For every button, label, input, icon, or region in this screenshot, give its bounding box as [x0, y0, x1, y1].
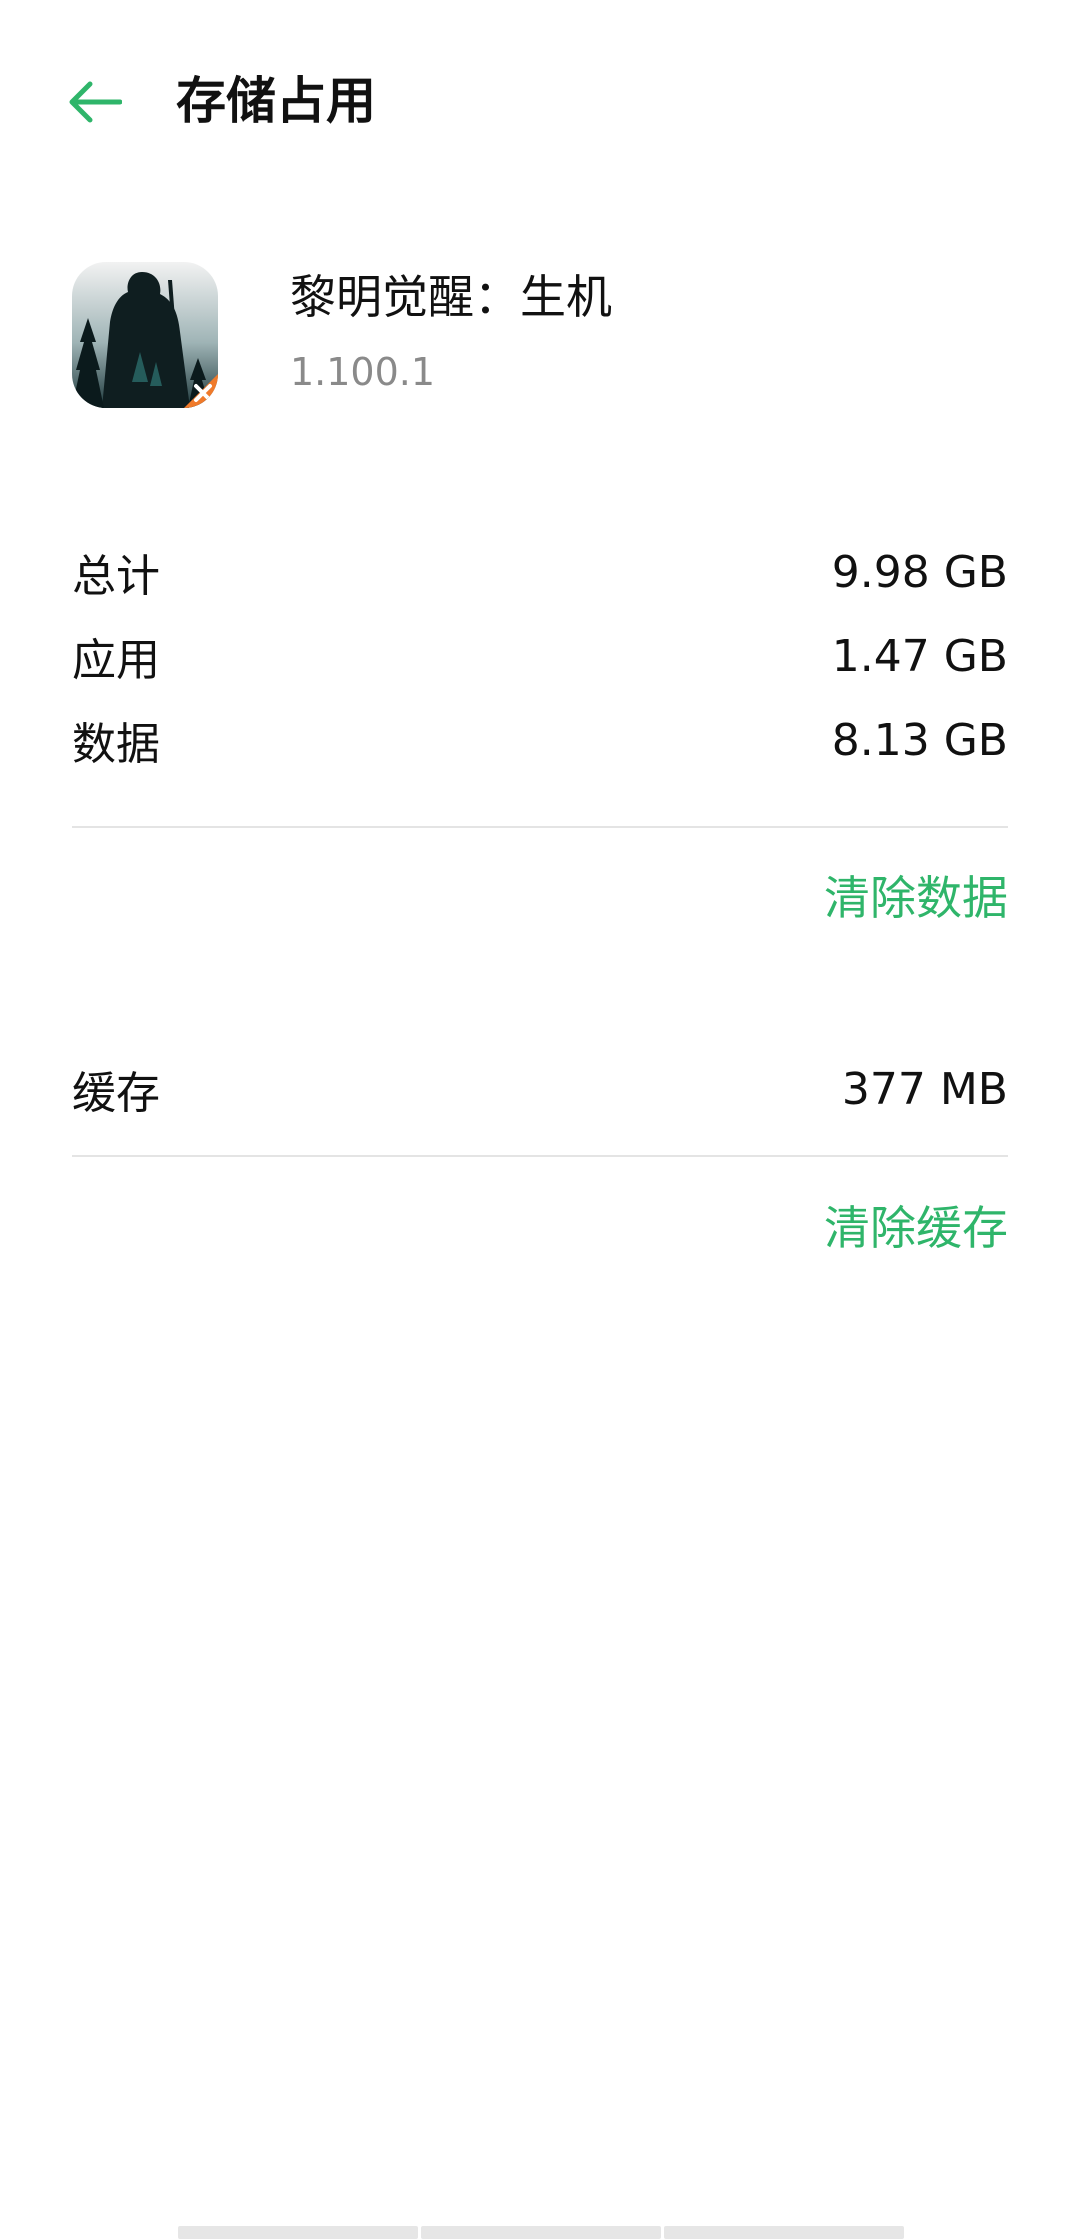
- app-info: 黎明觉醒：生机 1.100.1: [0, 262, 1080, 412]
- cache-row: 缓存 377 MB: [72, 1054, 1008, 1124]
- back-button[interactable]: [58, 72, 130, 132]
- app-version: 1.100.1: [290, 350, 436, 394]
- app-icon: [72, 262, 218, 408]
- nav-segment: [421, 2226, 661, 2239]
- clear-cache-button[interactable]: 清除缓存: [824, 1198, 1008, 1258]
- storage-row-app: 应用 1.47 GB: [72, 621, 1008, 691]
- nav-segment: [178, 2226, 418, 2239]
- nav-segment: [664, 2226, 904, 2239]
- page-title: 存储占用: [176, 72, 376, 130]
- row-value: 9.98 GB: [831, 546, 1008, 598]
- divider: [72, 826, 1008, 828]
- navigation-bar[interactable]: [178, 2226, 904, 2239]
- row-value: 8.13 GB: [831, 714, 1008, 766]
- header: 存储占用: [0, 0, 1080, 200]
- divider: [72, 1155, 1008, 1157]
- clear-data-button[interactable]: 清除数据: [824, 868, 1008, 928]
- storage-row-total: 总计 9.98 GB: [72, 537, 1008, 607]
- app-name: 黎明觉醒：生机: [290, 270, 612, 324]
- row-label: 数据: [72, 719, 160, 770]
- cache-value: 377 MB: [841, 1063, 1008, 1115]
- storage-row-data: 数据 8.13 GB: [72, 705, 1008, 775]
- row-label: 应用: [72, 635, 160, 686]
- arrow-left-icon: [69, 81, 122, 123]
- row-label: 总计: [72, 551, 160, 602]
- cache-label: 缓存: [72, 1068, 160, 1119]
- row-value: 1.47 GB: [831, 630, 1008, 682]
